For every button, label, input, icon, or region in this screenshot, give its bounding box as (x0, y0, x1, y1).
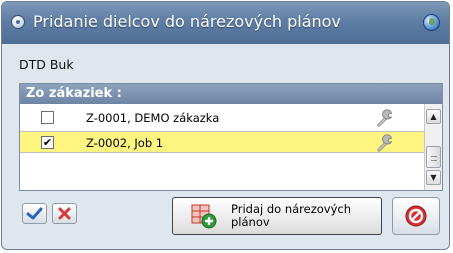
list-item[interactable]: ✔ Z-0002, Job 1 (20, 131, 424, 153)
add-to-cutting-plans-button[interactable]: Pridaj do nárezových plánov (172, 197, 382, 235)
wrench-icon[interactable] (375, 133, 395, 153)
order-label: Z-0001, DEMO zákazka (86, 111, 220, 125)
x-icon (58, 207, 71, 220)
deselect-all-button[interactable] (52, 203, 77, 224)
list-item[interactable]: Z-0001, DEMO zákazka (20, 107, 424, 129)
orders-panel: Zo zákaziek : Z-0001, DEMO zákazka ✔ Z-0… (19, 83, 443, 191)
add-to-cutting-plans-label: Pridaj do nárezových plánov (231, 202, 352, 229)
dialog-window: Pridanie dielcov do nárezových plánov DT… (1, 1, 450, 250)
close-button[interactable] (392, 197, 440, 235)
orders-panel-header: Zo zákaziek : (20, 84, 442, 104)
globe-icon[interactable] (423, 14, 440, 31)
window-title: Pridanie dielcov do nárezových plánov (33, 12, 341, 31)
order-label: Z-0002, Job 1 (86, 136, 164, 150)
scroll-up-icon[interactable]: ▲ (426, 109, 441, 124)
app-icon (11, 15, 25, 29)
list-scrollbar[interactable]: ▲ ▼ (424, 104, 442, 190)
wrench-icon[interactable] (375, 108, 395, 128)
material-label: DTD Buk (19, 57, 74, 72)
order-checkbox[interactable]: ✔ (41, 136, 54, 149)
scroll-down-icon[interactable]: ▼ (426, 170, 441, 185)
order-checkbox[interactable] (41, 111, 54, 124)
select-all-button[interactable] (22, 203, 47, 224)
title-bar: Pridanie dielcov do nárezových plánov (2, 2, 449, 44)
scroll-thumb[interactable] (426, 146, 441, 168)
orders-list: Z-0001, DEMO zákazka ✔ Z-0002, Job 1 (20, 104, 424, 190)
checkmark-icon (26, 207, 43, 220)
cutting-plan-add-icon (191, 204, 217, 229)
stop-icon (405, 205, 427, 227)
